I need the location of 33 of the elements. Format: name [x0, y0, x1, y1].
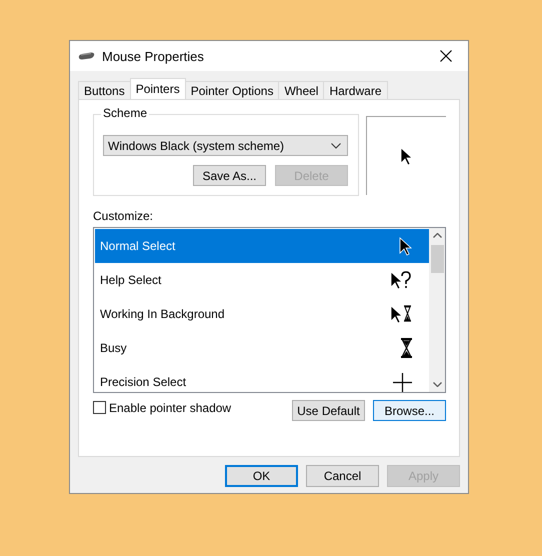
mouse-icon — [78, 52, 95, 60]
use-default-button[interactable]: Use Default — [292, 400, 365, 421]
list-item[interactable]: Working In Background — [95, 297, 429, 331]
browse-button[interactable]: Browse... — [373, 400, 446, 421]
tab[interactable]: Buttons — [78, 81, 131, 99]
ok-button[interactable]: OK — [225, 465, 298, 487]
checkbox[interactable] — [93, 401, 106, 414]
crosshair-icon — [393, 372, 412, 392]
close-icon — [440, 50, 452, 62]
hourglass-icon — [401, 338, 412, 358]
tab[interactable]: Hardware — [323, 81, 388, 99]
window-title: Mouse Properties — [102, 48, 205, 64]
chevron-down-icon — [331, 142, 341, 148]
arrow-pointer-icon — [400, 146, 413, 166]
list-item[interactable]: Help Select — [95, 263, 429, 297]
arrow-pointer-icon — [399, 236, 412, 256]
cancel-button[interactable]: Cancel — [306, 465, 379, 487]
scheme-dropdown[interactable]: Windows Black (system scheme) — [103, 135, 348, 156]
list-item[interactable]: Precision Select — [95, 365, 429, 392]
save-as-button[interactable]: Save As... — [193, 165, 266, 186]
tab[interactable]: Pointers — [130, 78, 186, 99]
busy-pointer-icon — [390, 305, 412, 323]
checkbox-label: Enable pointer shadow — [109, 400, 232, 414]
customize-label: Customize: — [93, 209, 154, 223]
scroll-down-icon[interactable] — [432, 382, 442, 387]
list-item[interactable]: Busy — [95, 331, 429, 365]
scrollbar[interactable] — [429, 228, 445, 392]
tab[interactable]: Pointer Options — [184, 81, 280, 99]
group-label: Scheme — [101, 106, 150, 120]
scroll-up-icon[interactable] — [432, 233, 442, 238]
help-pointer-icon — [390, 270, 412, 290]
scroll-thumb[interactable] — [430, 245, 444, 273]
list-item[interactable]: Normal Select — [95, 229, 429, 263]
